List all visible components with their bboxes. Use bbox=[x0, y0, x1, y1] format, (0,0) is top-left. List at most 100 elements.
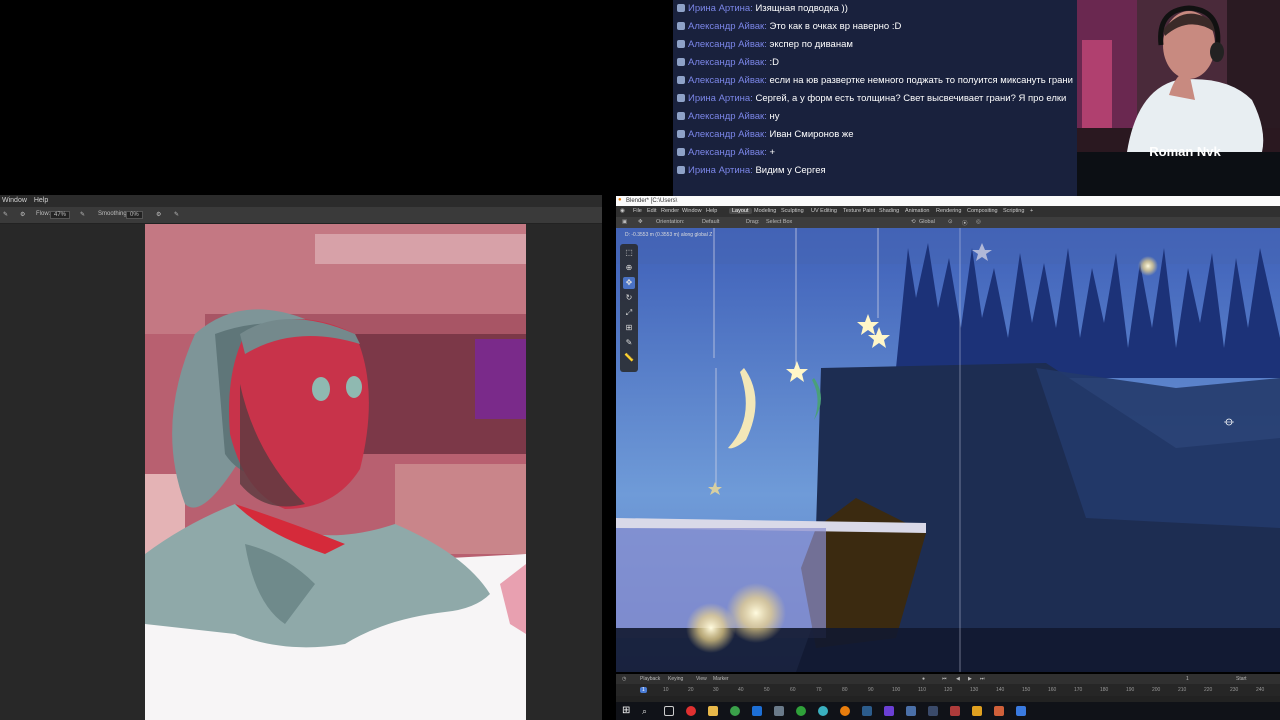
menu-help[interactable]: Help bbox=[32, 195, 51, 204]
chat-username[interactable]: Ирина Артина bbox=[688, 3, 750, 14]
smoothing-value[interactable]: 0% bbox=[126, 211, 143, 219]
jump-start-icon[interactable]: ⏮ bbox=[942, 676, 947, 682]
3d-viewport[interactable] bbox=[616, 228, 1280, 672]
opera-icon[interactable] bbox=[686, 706, 696, 716]
chat-username[interactable]: Александр Айвак bbox=[688, 57, 764, 68]
chat-username[interactable]: Ирина Артина bbox=[688, 93, 750, 104]
app-icon[interactable] bbox=[818, 706, 828, 716]
timeline-editor-icon[interactable]: ◷ bbox=[622, 676, 626, 682]
chat-username[interactable]: Александр Айвак bbox=[688, 21, 764, 32]
record-icon[interactable]: ● bbox=[922, 676, 925, 682]
chat-username[interactable]: Александр Айвак bbox=[688, 39, 764, 50]
tab-rendering[interactable]: Rendering bbox=[936, 208, 961, 214]
jump-end-icon[interactable]: ⏭ bbox=[980, 676, 985, 682]
chat-message: Александр Айвак: экспер по диванам bbox=[673, 36, 1077, 54]
app-icon[interactable] bbox=[1016, 706, 1026, 716]
pressure-icon[interactable]: ✎ bbox=[174, 211, 179, 218]
annotate-tool-icon[interactable]: ✎ bbox=[623, 337, 635, 349]
photoshop-icon[interactable] bbox=[752, 706, 762, 716]
tool-shelf: ⬚ ⊕ ✥ ↻ ⤢ ⊞ ✎ 📏 bbox=[620, 244, 638, 372]
smoothing-label: Smoothing: bbox=[98, 211, 129, 217]
chat-message: Александр Айвак: ну bbox=[673, 108, 1077, 126]
chat-username[interactable]: Александр Айвак bbox=[688, 75, 764, 86]
play-reverse-icon[interactable]: ◀ bbox=[956, 676, 960, 682]
streamer-name: Roman Nvk bbox=[1149, 144, 1221, 159]
twitch-icon[interactable] bbox=[884, 706, 894, 716]
proportional-edit-icon[interactable]: ◎ bbox=[976, 219, 981, 225]
chat-text: ну bbox=[769, 111, 780, 122]
chat-text: если на юв развертке немного поджать то … bbox=[769, 75, 1073, 86]
pivot-icon[interactable]: ⊙ bbox=[948, 219, 953, 225]
tab-uv-editing[interactable]: UV Editing bbox=[811, 208, 837, 214]
viewport-header: ▣ ✥ Orientation: Default Drag: Select Bo… bbox=[616, 217, 1280, 228]
timeline-ruler[interactable]: 1 10 20 30 40 50 60 70 80 90 100 110 120… bbox=[616, 684, 1280, 696]
measure-tool-icon[interactable]: 📏 bbox=[623, 352, 635, 364]
chrome-icon[interactable] bbox=[730, 706, 740, 716]
play-icon[interactable]: ▶ bbox=[968, 676, 972, 682]
menu-window[interactable]: Window bbox=[0, 195, 30, 204]
tab-shading[interactable]: Shading bbox=[879, 208, 899, 214]
frame-tick: 100 bbox=[892, 687, 901, 693]
blender-title-bar: ● Blender* [C:\Users\ bbox=[616, 196, 1280, 206]
frame-tick: 160 bbox=[1048, 687, 1057, 693]
app-icon[interactable] bbox=[774, 706, 784, 716]
tab-modeling[interactable]: Modeling bbox=[754, 208, 776, 214]
menu-render[interactable]: Render bbox=[661, 208, 679, 214]
search-icon[interactable]: ⌕ bbox=[642, 706, 652, 716]
flow-value[interactable]: 47% bbox=[50, 211, 71, 219]
brush-tool-icon[interactable]: ✎ bbox=[3, 211, 8, 218]
menu-edit[interactable]: Edit bbox=[647, 208, 656, 214]
menu-help[interactable]: Help bbox=[706, 208, 717, 214]
menu-marker[interactable]: Marker bbox=[713, 676, 729, 682]
gear-icon[interactable]: ⚙ bbox=[156, 211, 161, 218]
transform-orientation-icon[interactable]: ⟲ bbox=[911, 219, 916, 225]
cursor-tool-icon[interactable]: ⊕ bbox=[623, 262, 635, 274]
app-icon[interactable] bbox=[950, 706, 960, 716]
app-icon[interactable] bbox=[972, 706, 982, 716]
windows-start-icon[interactable]: ⊞ bbox=[622, 706, 632, 716]
frame-tick: 30 bbox=[713, 687, 719, 693]
move-tool-icon[interactable]: ✥ bbox=[623, 277, 635, 289]
chat-username[interactable]: Александр Айвак bbox=[688, 111, 764, 122]
drag-select[interactable]: Select Box bbox=[766, 219, 792, 225]
menu-keying[interactable]: Keying bbox=[668, 676, 683, 682]
portrait-painting[interactable] bbox=[145, 224, 526, 720]
brush-settings-icon[interactable]: ⚙ bbox=[20, 211, 25, 218]
orientation-select[interactable]: Default bbox=[702, 219, 719, 225]
tab-compositing[interactable]: Compositing bbox=[967, 208, 998, 214]
app-icon[interactable] bbox=[796, 706, 806, 716]
tab-animation[interactable]: Animation bbox=[905, 208, 929, 214]
menu-playback[interactable]: Playback bbox=[640, 676, 660, 682]
transform-tool-icon[interactable]: ⊞ bbox=[623, 322, 635, 334]
current-frame-field[interactable]: 1 bbox=[1186, 676, 1189, 682]
chat-message: Александр Айвак: если на юв развертке не… bbox=[673, 72, 1077, 90]
transform-orientation-select[interactable]: Global bbox=[919, 219, 935, 225]
menu-window[interactable]: Window bbox=[682, 208, 702, 214]
app-icon[interactable] bbox=[928, 706, 938, 716]
rotate-tool-icon[interactable]: ↻ bbox=[623, 292, 635, 304]
tab-sculpting[interactable]: Sculpting bbox=[781, 208, 804, 214]
menu-view[interactable]: View bbox=[696, 676, 707, 682]
tab-layout[interactable]: Layout bbox=[729, 208, 752, 214]
snap-icon[interactable]: ⦿ bbox=[962, 219, 968, 227]
chat-username[interactable]: Александр Айвак bbox=[688, 129, 764, 140]
settings-icon[interactable] bbox=[994, 706, 1004, 716]
editor-type-icon[interactable]: ▣ bbox=[622, 219, 627, 225]
tab-texture-paint[interactable]: Texture Paint bbox=[843, 208, 875, 214]
menu-file[interactable]: File bbox=[633, 208, 642, 214]
chat-username[interactable]: Александр Айвак bbox=[688, 147, 764, 158]
chat-username[interactable]: Ирина Артина bbox=[688, 165, 750, 176]
tab-scripting[interactable]: Scripting bbox=[1003, 208, 1024, 214]
transform-gizmo-icon[interactable]: ✥ bbox=[638, 219, 643, 225]
select-tool-icon[interactable]: ⬚ bbox=[623, 247, 635, 259]
scale-tool-icon[interactable]: ⤢ bbox=[623, 307, 635, 319]
add-workspace-icon[interactable]: + bbox=[1030, 208, 1033, 214]
blender-icon[interactable] bbox=[840, 706, 850, 716]
app-icon[interactable] bbox=[906, 706, 916, 716]
airbrush-icon[interactable]: ✎ bbox=[80, 211, 85, 218]
frame-tick: 10 bbox=[663, 687, 669, 693]
blender-menu-icon[interactable]: ◉ bbox=[620, 208, 625, 214]
file-explorer-icon[interactable] bbox=[708, 706, 718, 716]
task-view-icon[interactable] bbox=[664, 706, 674, 716]
steam-icon[interactable] bbox=[862, 706, 872, 716]
